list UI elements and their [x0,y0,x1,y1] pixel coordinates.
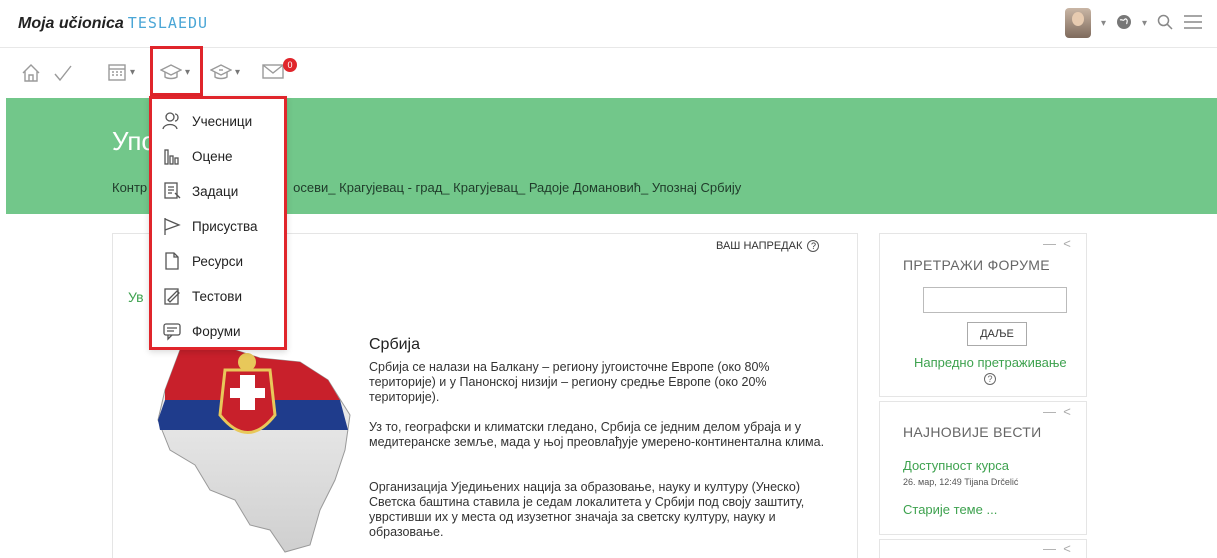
envelope-icon[interactable] [262,62,284,80]
older-topics-link[interactable]: Старије теме ... [903,502,997,517]
message-count-badge[interactable]: 0 [283,58,297,72]
menu-item-label: Оцене [192,148,233,164]
globe-icon[interactable] [1116,14,1132,33]
menu-item-label: Присуства [192,218,258,234]
search-icon[interactable] [1157,14,1173,33]
quiz-icon [164,288,180,305]
next-block-controls: — < [1043,541,1071,556]
news-block-controls: — < [1043,404,1071,419]
breadcrumb-start[interactable]: Контр [112,180,147,195]
menu-item-label: Форуми [192,323,241,339]
avatar[interactable] [1064,8,1091,38]
collapse-icon[interactable]: — [1043,404,1056,419]
progress-text: ВАШ НАПРЕДАК [716,240,803,252]
article-paragraph-2: Уз то, географски и климатски гледано, С… [369,420,825,449]
menu-item-forums[interactable]: Форуми [162,321,241,341]
article-paragraph-3: Организација Уједињених нација за образо… [369,480,805,539]
breadcrumb-rest[interactable]: осеви_ Крагујевац - град_ Крагујевац_ Ра… [293,180,741,195]
forum-search-input[interactable] [923,287,1067,313]
advanced-search-link[interactable]: Напредно претраживање [914,355,1067,370]
top-navbar: Moja učionica TESLAEDU ▾ ▾ [0,0,1217,48]
progress-label[interactable]: ВАШ НАПРЕДАК ? [716,240,820,252]
section-link[interactable]: Ув [128,289,144,305]
move-icon[interactable]: < [1063,404,1071,419]
article-title: Србија [369,336,421,353]
grades-icon [164,149,179,165]
forum-search-button[interactable]: ДАЉЕ [967,322,1027,346]
active-menu-highlight [150,46,203,96]
site-logo[interactable]: Moja učionica TESLAEDU [18,14,208,33]
forum-search-block-controls: — < [1043,236,1071,251]
courses-chevron-icon[interactable]: ▾ [235,67,240,78]
checkmark-icon[interactable] [52,62,74,84]
brand-text: TESLAEDU [127,14,209,32]
logo-text: Moja učionica [18,15,124,32]
resource-file-icon [165,252,179,270]
course-menu-dropdown: Учесници Оцене Задаци Присуства Ресурси … [149,96,287,350]
courses-graduation-cap-icon[interactable]: ▾ [210,62,240,82]
menu-item-label: Тестови [192,288,242,304]
news-item-meta: 26. мар, 12:49 Tijana Drčelić [903,477,1019,487]
news-item-link[interactable]: Доступност курса [903,458,1009,473]
menu-item-label: Ресурси [192,253,244,269]
calendar-chevron-icon[interactable]: ▾ [130,67,135,78]
menu-item-grades[interactable]: Оцене [162,146,233,166]
menu-item-label: Задаци [192,183,239,199]
move-icon[interactable]: < [1063,541,1071,556]
collapse-icon[interactable]: — [1043,541,1056,556]
collapse-icon[interactable]: — [1043,236,1056,251]
menu-item-attendance[interactable]: Присуства [162,216,258,236]
menu-item-assignments[interactable]: Задаци [162,181,238,201]
calendar-icon[interactable]: ▾ [107,62,135,82]
language-chevron-icon[interactable]: ▾ [1142,18,1147,29]
user-menu-chevron-icon[interactable]: ▾ [1101,18,1106,29]
user-controls: ▾ ▾ [1064,8,1203,38]
latest-news-title: НАЈНОВИЈЕ ВЕСТИ [903,424,1042,440]
home-icon[interactable] [20,62,42,84]
menu-item-label: Учесници [192,113,253,129]
article-paragraph-1: Србија се налази на Балкану – региону ју… [369,360,770,404]
hamburger-menu-icon[interactable] [1183,14,1203,33]
participants-icon [162,112,179,130]
attendance-flag-icon [164,218,181,235]
menu-item-participants[interactable]: Учесници [162,111,252,131]
menu-item-resources[interactable]: Ресурси [162,251,243,271]
help-icon[interactable]: ? [807,240,820,252]
assignments-icon [164,182,181,199]
serbia-map-image [157,344,351,553]
help-icon[interactable]: ? [984,373,996,385]
forum-search-title: ПРЕТРАЖИ ФОРУМЕ [903,257,1050,273]
move-icon[interactable]: < [1063,236,1071,251]
forum-icon [163,323,181,341]
menu-item-quizzes[interactable]: Тестови [162,286,242,306]
